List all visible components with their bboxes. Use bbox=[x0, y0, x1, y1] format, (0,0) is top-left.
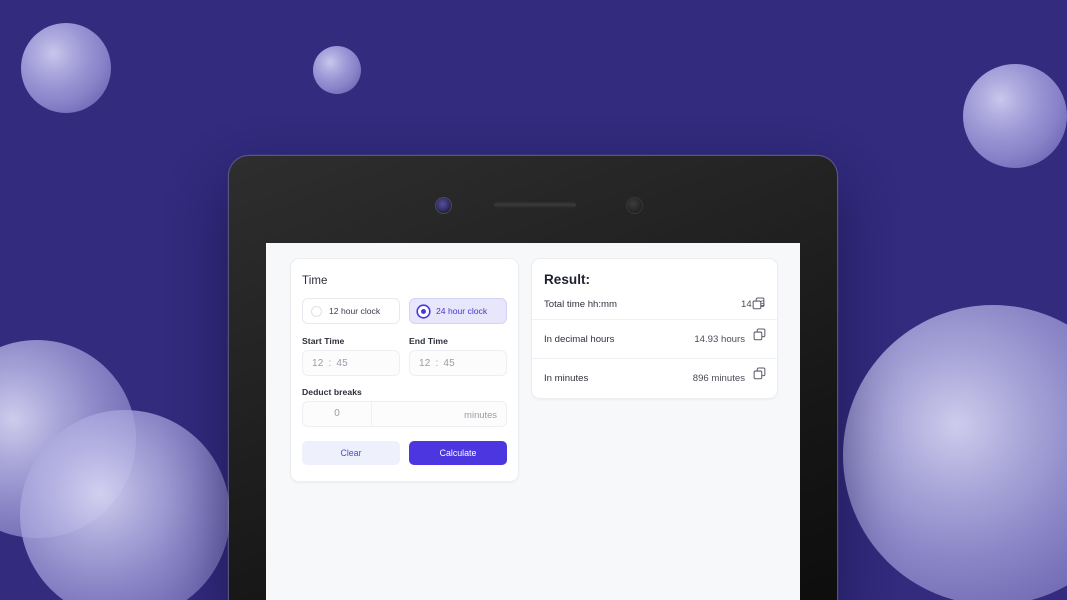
end-time-hours[interactable]: 12 bbox=[419, 358, 431, 369]
start-time-hours[interactable]: 12 bbox=[312, 358, 324, 369]
clear-button[interactable]: Clear bbox=[302, 441, 400, 465]
deduct-breaks-input[interactable]: 0 minutes bbox=[302, 401, 507, 427]
sphere-top-left bbox=[21, 23, 111, 113]
sphere-bottom-left-back bbox=[0, 340, 136, 538]
start-time-label: Start Time bbox=[302, 336, 345, 346]
end-time-minutes[interactable]: 45 bbox=[443, 358, 455, 369]
radio-option-24-hour[interactable]: 24 hour clock bbox=[409, 298, 507, 324]
deduct-breaks-value[interactable]: 0 bbox=[303, 402, 372, 426]
speaker-grille-icon bbox=[494, 202, 576, 208]
copy-icon-minutes[interactable] bbox=[753, 367, 766, 380]
radio-dot-unselected-icon bbox=[311, 305, 322, 317]
tablet-screen: Time 12 hour clock 24 hour clock Start T… bbox=[266, 243, 800, 600]
sphere-bottom-left-front bbox=[20, 410, 230, 600]
start-time-separator: : bbox=[328, 357, 332, 369]
result-heading: Result: bbox=[544, 272, 591, 287]
clock-mode-radio-group: 12 hour clock 24 hour clock bbox=[302, 298, 507, 324]
deduct-breaks-unit: minutes bbox=[464, 408, 497, 420]
result-row-decimal-hours: In decimal hours 14.93 hours bbox=[532, 320, 777, 359]
form-action-row: Clear Calculate bbox=[302, 441, 507, 465]
radio-label-12-hour: 12 hour clock bbox=[329, 306, 381, 316]
sphere-top-right bbox=[963, 64, 1067, 168]
start-time-group: Start Time 12 : 45 bbox=[302, 336, 400, 376]
end-time-input[interactable]: 12 : 45 bbox=[409, 350, 507, 376]
result-value-minutes: 896 minutes bbox=[692, 373, 745, 384]
radio-label-24-hour: 24 hour clock bbox=[436, 306, 488, 316]
result-label-decimal-hours: In decimal hours bbox=[544, 333, 615, 345]
deduct-breaks-label: Deduct breaks bbox=[302, 387, 362, 397]
background-stage: Time 12 hour clock 24 hour clock Start T… bbox=[0, 0, 1067, 600]
radio-dot-selected-icon bbox=[418, 305, 429, 317]
calculate-button[interactable]: Calculate bbox=[409, 441, 507, 465]
start-time-minutes[interactable]: 45 bbox=[336, 358, 348, 369]
radio-option-12-hour[interactable]: 12 hour clock bbox=[302, 298, 400, 324]
start-time-input[interactable]: 12 : 45 bbox=[302, 350, 400, 376]
result-label-minutes: In minutes bbox=[544, 373, 589, 384]
tablet-device: Time 12 hour clock 24 hour clock Start T… bbox=[229, 156, 837, 600]
camera-lens-icon bbox=[436, 198, 451, 213]
app-content: Time 12 hour clock 24 hour clock Start T… bbox=[290, 258, 780, 482]
form-section-title: Time bbox=[302, 275, 328, 287]
time-form-card: Time 12 hour clock 24 hour clock Start T… bbox=[290, 258, 519, 482]
result-row-total-time: Total time hh:mm 14:56 bbox=[532, 287, 777, 320]
sphere-bottom-right bbox=[843, 305, 1067, 600]
end-time-group: End Time 12 : 45 bbox=[409, 336, 507, 376]
result-row-minutes: In minutes 896 minutes bbox=[532, 359, 777, 398]
sensor-dot-icon bbox=[627, 198, 642, 213]
copy-icon-decimal-hours[interactable] bbox=[753, 328, 766, 341]
result-card: Result: Total time hh:mm 14:56 In decim bbox=[531, 258, 778, 399]
end-time-separator: : bbox=[435, 357, 439, 369]
tablet-top-bezel bbox=[229, 156, 837, 243]
sphere-top-middle bbox=[313, 46, 361, 94]
end-time-label: End Time bbox=[409, 336, 448, 346]
copy-icon-total-time[interactable] bbox=[752, 297, 765, 310]
time-inputs-row: Start Time 12 : 45 End Time 12 : 45 bbox=[302, 336, 507, 376]
result-label-total-time: Total time hh:mm bbox=[544, 298, 618, 310]
result-value-decimal-hours: 14.93 hours bbox=[694, 333, 745, 345]
